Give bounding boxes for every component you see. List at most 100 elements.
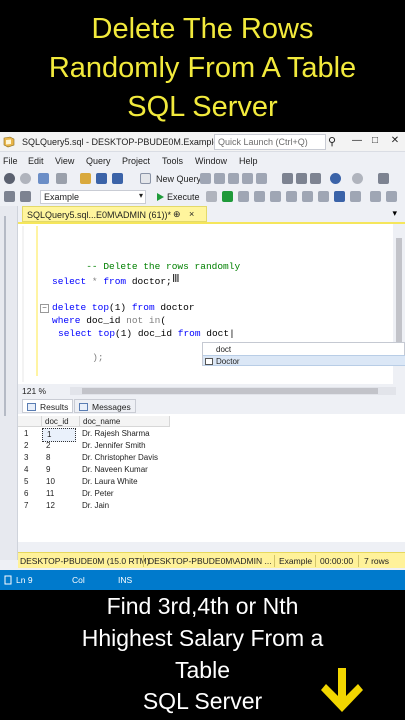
client-stats-icon[interactable] xyxy=(302,191,313,202)
tab-messages[interactable]: Messages xyxy=(74,399,136,413)
open-file-icon[interactable] xyxy=(80,173,91,184)
grid-corner[interactable] xyxy=(18,416,42,427)
grid-header-doc-id[interactable]: doc_id xyxy=(42,416,80,427)
cell-doc-id[interactable]: 9 xyxy=(42,464,76,476)
code-table: doctor xyxy=(154,302,195,313)
table-row[interactable]: 7 12 Dr. Jain xyxy=(18,500,405,512)
paste-icon[interactable] xyxy=(310,173,321,184)
menu-window[interactable]: Window xyxy=(195,156,227,166)
db-engine-query-icon[interactable] xyxy=(200,173,211,184)
execute-button[interactable]: Execute xyxy=(167,192,200,202)
close-button[interactable]: ✕ xyxy=(388,135,402,149)
cell-doc-name[interactable]: Dr. Peter xyxy=(80,488,114,500)
restore-button[interactable]: □ xyxy=(368,135,382,149)
new-project-icon[interactable] xyxy=(38,173,49,184)
save-icon[interactable] xyxy=(96,173,107,184)
suggestion-label: Doctor xyxy=(216,357,240,366)
table-row[interactable]: 2 2 Dr. Jennifer Smith xyxy=(18,440,405,452)
intellisense-suggestion[interactable]: Doctor xyxy=(203,355,405,366)
intellisense-icon[interactable] xyxy=(254,191,265,202)
parse-icon[interactable] xyxy=(222,191,233,202)
search-icon[interactable]: ⚲ xyxy=(328,135,342,149)
results-to-text-icon[interactable] xyxy=(318,191,329,202)
table-row[interactable]: 3 8 Dr. Christopher Davis xyxy=(18,452,405,464)
window-title: SQLQuery5.sql - DESKTOP-PBUDE0M.Example.… xyxy=(22,137,226,147)
next-title-line1: Find 3rd,4th or Nth xyxy=(106,593,299,619)
close-tab-icon[interactable]: × xyxy=(189,209,194,219)
cell-doc-name[interactable]: Dr. Christopher Davis xyxy=(80,452,158,464)
intellisense-popup[interactable]: doct Doctor xyxy=(202,342,405,366)
toolbar-overflow-icon[interactable] xyxy=(378,173,389,184)
dmx-query-icon[interactable] xyxy=(228,173,239,184)
menu-query[interactable]: Query xyxy=(86,156,111,166)
change-tracking-bar xyxy=(36,226,38,376)
dax-query-icon[interactable] xyxy=(256,173,267,184)
menu-view[interactable]: View xyxy=(55,156,74,166)
cell-doc-id[interactable]: 12 xyxy=(42,500,76,512)
tab-sqlquery5[interactable]: SQLQuery5.sql...E0M\ADMIN (61))* ⊕ × xyxy=(22,206,207,222)
status-separator xyxy=(274,555,275,567)
menu-help[interactable]: Help xyxy=(239,156,258,166)
results-to-file-icon[interactable] xyxy=(350,191,361,202)
results-grid[interactable]: doc_id doc_name 1 1 Dr. Rajesh Sharma 2 … xyxy=(18,414,405,542)
object-explorer-rail[interactable] xyxy=(0,206,18,560)
pin-icon[interactable]: ⊕ xyxy=(173,209,181,220)
cell-doc-id[interactable]: 2 xyxy=(42,440,76,452)
row-number: 2 xyxy=(24,441,29,450)
collapse-toggle[interactable]: − xyxy=(40,304,49,313)
new-query-button[interactable]: New Query xyxy=(156,174,201,184)
menu-file[interactable]: File xyxy=(3,156,18,166)
estimated-plan-icon[interactable] xyxy=(238,191,249,202)
cell-doc-id[interactable]: 11 xyxy=(42,488,76,500)
table-row[interactable]: 5 10 Dr. Laura White xyxy=(18,476,405,488)
include-plan-icon[interactable] xyxy=(286,191,297,202)
code-close-paren: ); xyxy=(92,352,104,363)
horizontal-scroll-thumb[interactable] xyxy=(82,388,378,394)
available-db-icon[interactable] xyxy=(4,191,15,202)
execute-icon[interactable] xyxy=(156,192,165,202)
menu-edit[interactable]: Edit xyxy=(28,156,44,166)
kw-from: from xyxy=(177,328,201,339)
cell-doc-id[interactable]: 8 xyxy=(42,452,76,464)
cancel-query-icon[interactable] xyxy=(206,191,217,202)
cell-doc-name[interactable]: Dr. Jain xyxy=(80,500,109,512)
new-query-icon[interactable] xyxy=(140,173,151,184)
table-row[interactable]: 6 11 Dr. Peter xyxy=(18,488,405,500)
save-all-icon[interactable] xyxy=(112,173,123,184)
table-row[interactable]: 1 1 Dr. Rajesh Sharma xyxy=(18,428,405,442)
mdx-query-icon[interactable] xyxy=(214,173,225,184)
comment-out-icon[interactable] xyxy=(370,191,381,202)
back-icon[interactable] xyxy=(4,173,15,184)
copy-icon[interactable] xyxy=(296,173,307,184)
zoom-dropdown[interactable]: 121 % xyxy=(22,386,46,396)
menu-tools[interactable]: Tools xyxy=(162,156,183,166)
cell-doc-name[interactable]: Dr. Rajesh Sharma xyxy=(80,428,150,440)
status-separator xyxy=(143,555,144,567)
xmla-query-icon[interactable] xyxy=(242,173,253,184)
uncomment-icon[interactable] xyxy=(386,191,397,202)
scrollbar-thumb[interactable] xyxy=(396,238,402,350)
results-to-grid-icon[interactable] xyxy=(334,191,345,202)
cut-icon[interactable] xyxy=(282,173,293,184)
row-number: 5 xyxy=(24,477,29,486)
add-item-icon[interactable] xyxy=(56,173,67,184)
grid-header-doc-name[interactable]: doc_name xyxy=(80,416,170,427)
undo-icon[interactable] xyxy=(330,173,341,184)
database-dropdown[interactable]: Example ▾ xyxy=(40,190,146,204)
forward-icon[interactable] xyxy=(20,173,31,184)
status-separator xyxy=(358,555,359,567)
menu-project[interactable]: Project xyxy=(122,156,150,166)
cell-doc-name[interactable]: Dr. Jennifer Smith xyxy=(80,440,146,452)
cell-doc-name[interactable]: Dr. Naveen Kumar xyxy=(80,464,148,476)
cell-doc-id[interactable]: 10 xyxy=(42,476,76,488)
tab-dropdown-icon[interactable]: ▾ xyxy=(392,208,397,219)
code-select-line: select * from doctor; xyxy=(52,276,172,287)
table-row[interactable]: 4 9 Dr. Naveen Kumar xyxy=(18,464,405,476)
redo-icon[interactable] xyxy=(352,173,363,184)
tab-results[interactable]: Results xyxy=(22,399,74,413)
quick-launch-input[interactable]: Quick Launch (Ctrl+Q) xyxy=(214,134,326,150)
filter-icon[interactable] xyxy=(20,191,31,202)
query-options-icon[interactable] xyxy=(270,191,281,202)
minimize-button[interactable]: — xyxy=(350,135,364,149)
cell-doc-name[interactable]: Dr. Laura White xyxy=(80,476,138,488)
